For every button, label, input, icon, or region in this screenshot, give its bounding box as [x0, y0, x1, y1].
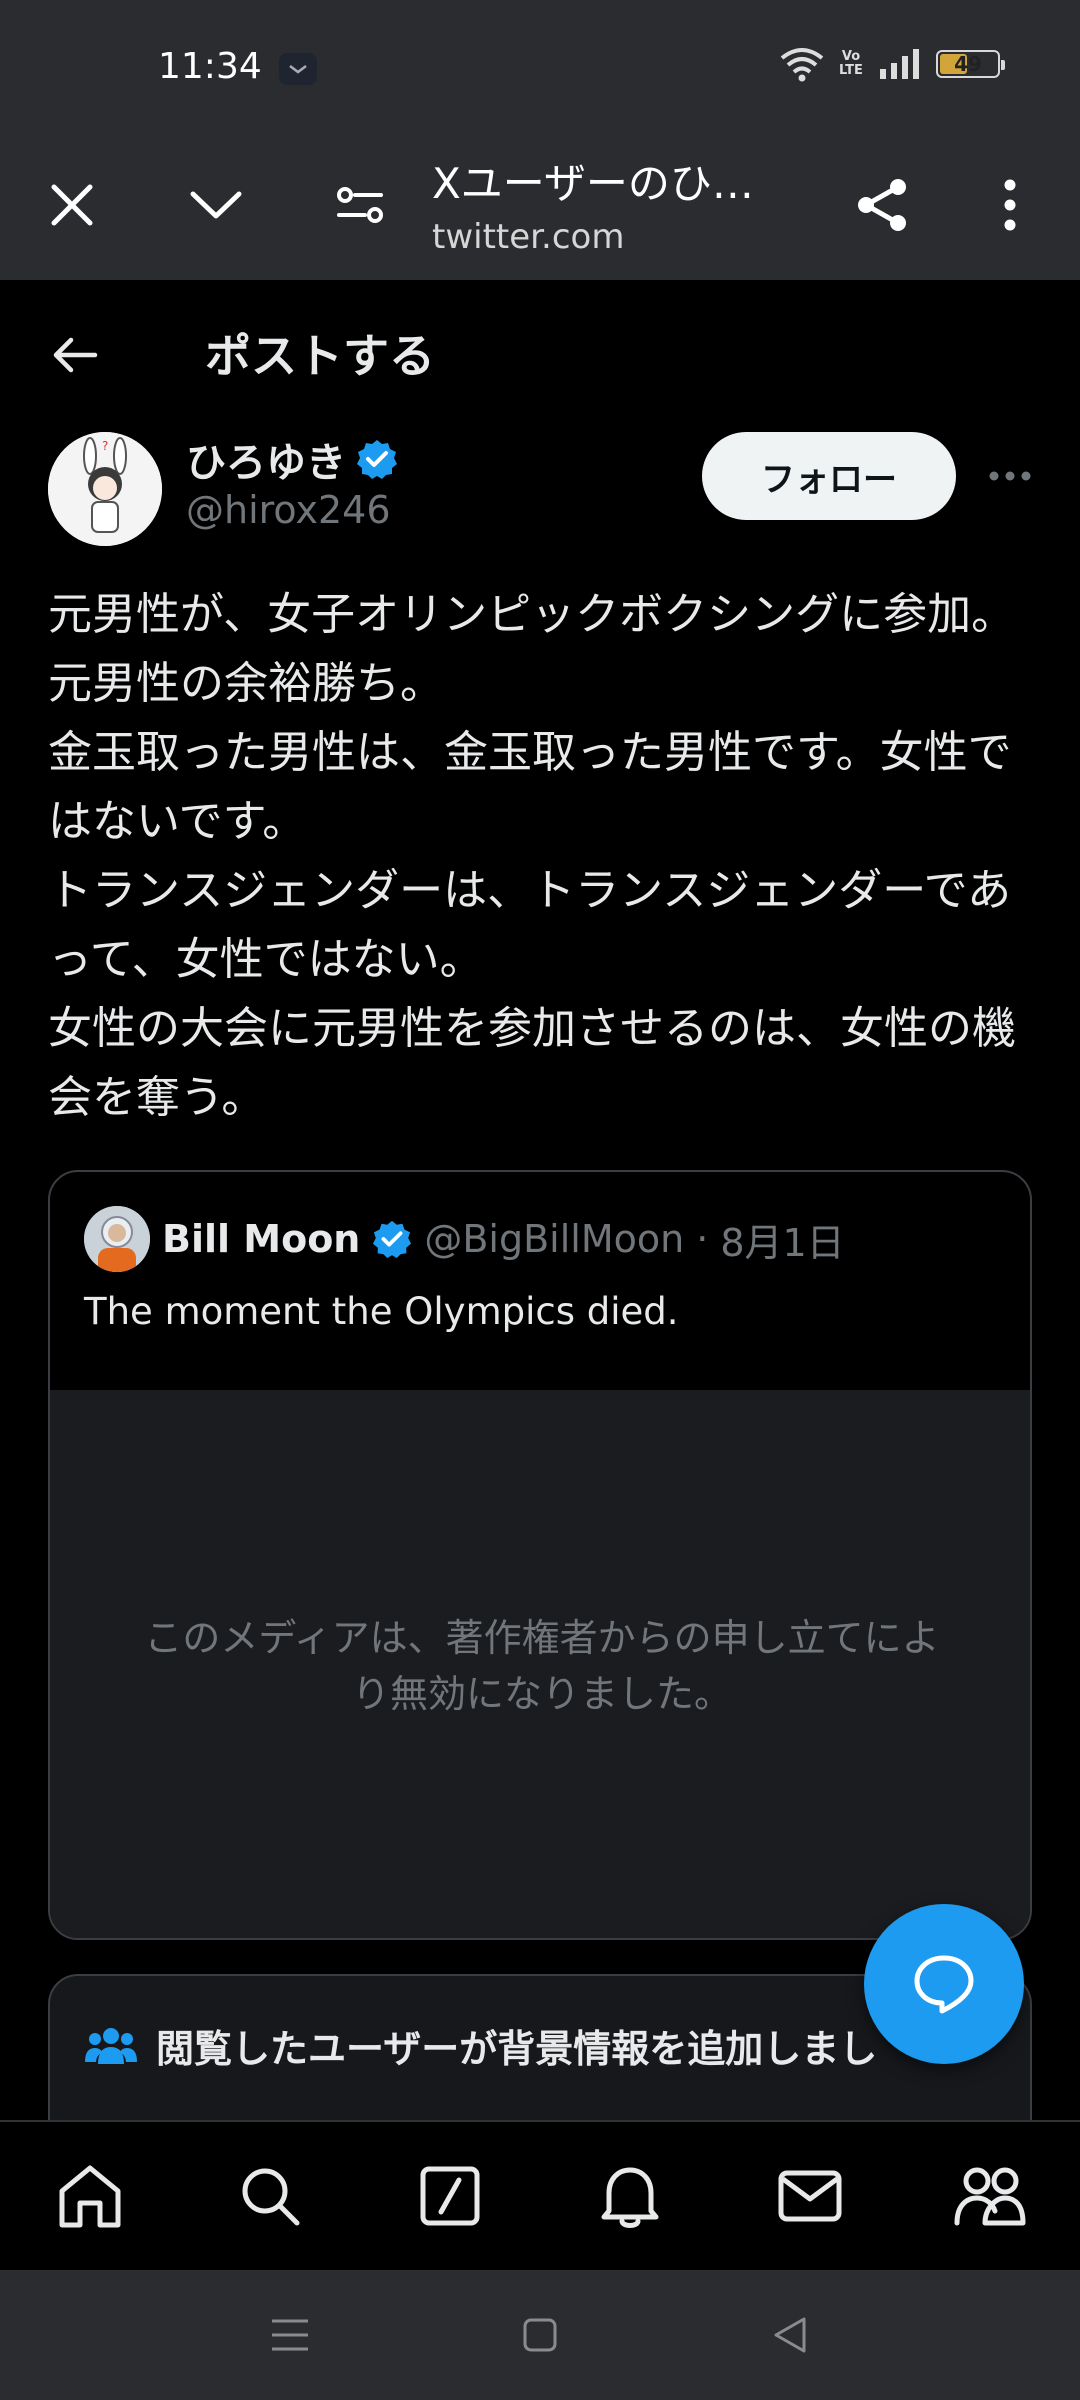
nav-grok[interactable]: [400, 2146, 500, 2246]
svg-text:?: ?: [102, 439, 108, 453]
quoted-author-avatar: [84, 1206, 150, 1272]
quoted-post-header: Bill Moon @BigBillMoon · 8月1日: [84, 1206, 845, 1272]
nav-search[interactable]: [220, 2146, 320, 2246]
post-line: トランスジェンダーは、トランスジェンダーであって、女性ではない。: [48, 865, 1012, 985]
communities-icon: [954, 2167, 1026, 2226]
home-icon: [59, 2165, 121, 2228]
follow-button[interactable]: フォロー: [702, 432, 956, 520]
close-icon: [51, 184, 93, 226]
arrow-left-icon: [53, 337, 98, 373]
close-button[interactable]: [22, 130, 122, 280]
author-avatar[interactable]: ?: [48, 432, 162, 546]
post-header: ポストする: [0, 280, 1080, 420]
network-label: Vo LTE: [839, 49, 863, 78]
volte-icon: Vo LTE: [838, 50, 864, 78]
post-text: 元男性が、女子オリンピックボクシングに参加。元男性の余裕勝ち。 金玉取った男性は…: [48, 580, 1038, 1132]
verified-badge-icon: [373, 1220, 412, 1259]
messages-icon: [778, 2170, 842, 2222]
system-home-button[interactable]: [500, 2295, 580, 2375]
nav-communities[interactable]: [940, 2146, 1040, 2246]
quoted-post-date: 8月1日: [720, 1220, 845, 1265]
page-heading: ポストする: [205, 329, 435, 383]
status-bar: 11:34 Vo LTE 49: [0, 0, 1080, 130]
author-name-row[interactable]: ひろゆき: [186, 430, 398, 488]
more-menu-button[interactable]: [960, 130, 1060, 280]
separator-dot: ·: [696, 1217, 709, 1261]
author-name: ひろゆき: [186, 440, 346, 486]
post-author: ? ひろゆき @hirox246 フォロー: [0, 420, 1080, 570]
post-line: 金玉取った男性は、金玉取った男性です。女性ではないです。: [48, 727, 1012, 847]
site-settings-button[interactable]: [310, 130, 410, 280]
square-icon: [523, 2318, 557, 2352]
status-time: 11:34: [158, 46, 262, 87]
system-back-button[interactable]: [750, 2295, 830, 2375]
more-vertical-icon: [1004, 179, 1016, 231]
nav-notifications[interactable]: [580, 2146, 680, 2246]
community-note-title: 閲覧したユーザーが背景情報を追加しまし: [156, 2027, 878, 2071]
collapse-button[interactable]: [166, 130, 266, 280]
quoted-post-text: The moment the Olympics died.: [84, 1290, 679, 1333]
verified-badge-icon: [357, 440, 397, 479]
browser-toolbar: Xユーザーのひ… twitter.com: [0, 130, 1080, 280]
back-button[interactable]: [40, 320, 110, 390]
media-unavailable-notice: このメディアは、著作権者からの申し立てにより無効になりました。: [144, 1616, 940, 1716]
back-triangle-icon: [774, 2317, 806, 2353]
grok-icon: [420, 2166, 480, 2226]
site-settings-icon: [337, 187, 383, 223]
wifi-icon: [780, 48, 824, 82]
people-icon: [85, 2027, 137, 2064]
menu-icon: [272, 2319, 308, 2351]
nav-messages[interactable]: [760, 2146, 860, 2246]
post-more-button[interactable]: [980, 446, 1040, 506]
signal-icon: [880, 49, 919, 79]
nav-home[interactable]: [40, 2146, 140, 2246]
page-url: twitter.com: [432, 217, 625, 257]
quoted-author-name: Bill Moon: [162, 1217, 361, 1261]
battery-level: 49: [954, 52, 982, 76]
battery-icon: 49: [936, 50, 1005, 78]
notification-icon: [279, 53, 317, 85]
quoted-post[interactable]: Bill Moon @BigBillMoon · 8月1日 The moment…: [48, 1170, 1032, 1940]
quoted-author-handle: @BigBillMoon: [424, 1217, 685, 1261]
search-icon: [242, 2168, 300, 2226]
share-button[interactable]: [832, 130, 932, 280]
community-note-header: 閲覧したユーザーが背景情報を追加しまし: [84, 2018, 877, 2073]
reply-bubble-icon: [914, 1955, 974, 2014]
bottom-navigation: [0, 2120, 1080, 2270]
chevron-down-icon: [190, 191, 242, 219]
post-line: 元男性が、女子オリンピックボクシングに参加。元男性の余裕勝ち。: [48, 589, 1016, 709]
page-info[interactable]: Xユーザーのひ… twitter.com: [432, 150, 812, 257]
system-navigation: [0, 2270, 1080, 2400]
page-title: Xユーザーのひ…: [432, 159, 754, 208]
post-line: 女性の大会に元男性を参加させるのは、女性の機会を奪う。: [48, 1003, 1016, 1123]
quoted-media-placeholder: このメディアは、著作権者からの申し立てにより無効になりました。: [50, 1390, 1030, 1938]
system-menu-button[interactable]: [250, 2295, 330, 2375]
more-horizontal-icon: [989, 471, 1031, 481]
notifications-icon: [601, 2167, 659, 2228]
author-handle[interactable]: @hirox246: [186, 488, 391, 532]
status-icons: Vo LTE 49: [780, 46, 1005, 82]
reply-fab[interactable]: [864, 1904, 1024, 2064]
share-icon: [858, 179, 906, 231]
